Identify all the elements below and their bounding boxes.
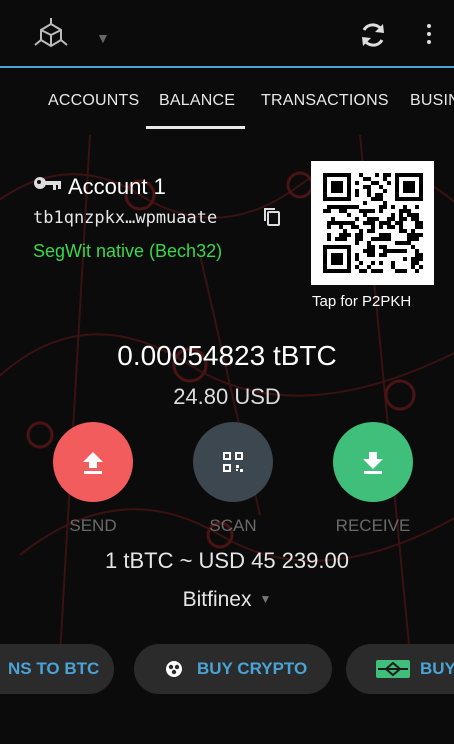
upload-arrow-icon bbox=[83, 452, 103, 474]
buy-button[interactable]: BUY bbox=[346, 644, 454, 694]
refresh-icon[interactable] bbox=[358, 20, 388, 50]
convert-label: NS TO BTC bbox=[8, 659, 100, 678]
tab-business[interactable]: BUSIN bbox=[410, 92, 454, 110]
account-switcher-chevron-icon[interactable]: ▼ bbox=[96, 30, 110, 46]
more-vertical-icon[interactable] bbox=[424, 22, 434, 48]
account-name: Account 1 bbox=[68, 174, 166, 199]
scan-label: SCAN bbox=[209, 516, 257, 535]
tab-accounts[interactable]: ACCOUNTS bbox=[48, 92, 139, 110]
download-arrow-icon bbox=[363, 452, 383, 474]
buy-crypto-button[interactable]: BUY CRYPTO bbox=[134, 644, 332, 694]
scan-button[interactable] bbox=[193, 422, 273, 502]
buy-crypto-label: BUY CRYPTO bbox=[197, 659, 308, 678]
address-qr-code[interactable] bbox=[311, 161, 434, 285]
send-label: SEND bbox=[69, 516, 117, 535]
address-type-label: SegWit native (Bech32) bbox=[33, 241, 223, 261]
crypto-balance: 0.00054823 tBTC bbox=[117, 340, 337, 371]
chevron-down-icon: ▼ bbox=[259, 592, 272, 606]
buy-label: BUY bbox=[420, 659, 454, 678]
tab-transactions[interactable]: TRANSACTIONS bbox=[261, 92, 389, 110]
crypto-token-icon bbox=[166, 661, 182, 677]
card-icon bbox=[376, 660, 410, 678]
exchange-rate: 1 tBTC ~ USD 45 239.00 bbox=[105, 548, 349, 573]
fiat-balance: 24.80 USD bbox=[173, 384, 281, 409]
app-bar: ▼ bbox=[0, 0, 454, 68]
exchange-selector[interactable]: Bitfinex ▼ bbox=[0, 588, 454, 612]
qr-scan-icon bbox=[223, 452, 243, 472]
qr-hint-label[interactable]: Tap for P2PKH bbox=[312, 293, 411, 310]
convert-to-btc-button[interactable]: NS TO BTC bbox=[0, 644, 114, 694]
qr-code-image bbox=[323, 173, 423, 273]
receive-label: RECEIVE bbox=[335, 516, 411, 535]
crypto-network-logo-icon[interactable] bbox=[34, 18, 68, 52]
wallet-address[interactable]: tb1qnzpkx…wpmuaate bbox=[33, 208, 217, 228]
send-button[interactable] bbox=[53, 422, 133, 502]
receive-button[interactable] bbox=[333, 422, 413, 502]
active-tab-indicator bbox=[146, 126, 245, 129]
exchange-name: Bitfinex bbox=[182, 588, 252, 611]
tab-balance[interactable]: BALANCE bbox=[159, 92, 235, 110]
copy-icon[interactable] bbox=[262, 207, 282, 227]
keys-icon bbox=[34, 177, 61, 190]
main-tabs: ACCOUNTS BALANCE TRANSACTIONS BUSIN bbox=[0, 68, 454, 130]
